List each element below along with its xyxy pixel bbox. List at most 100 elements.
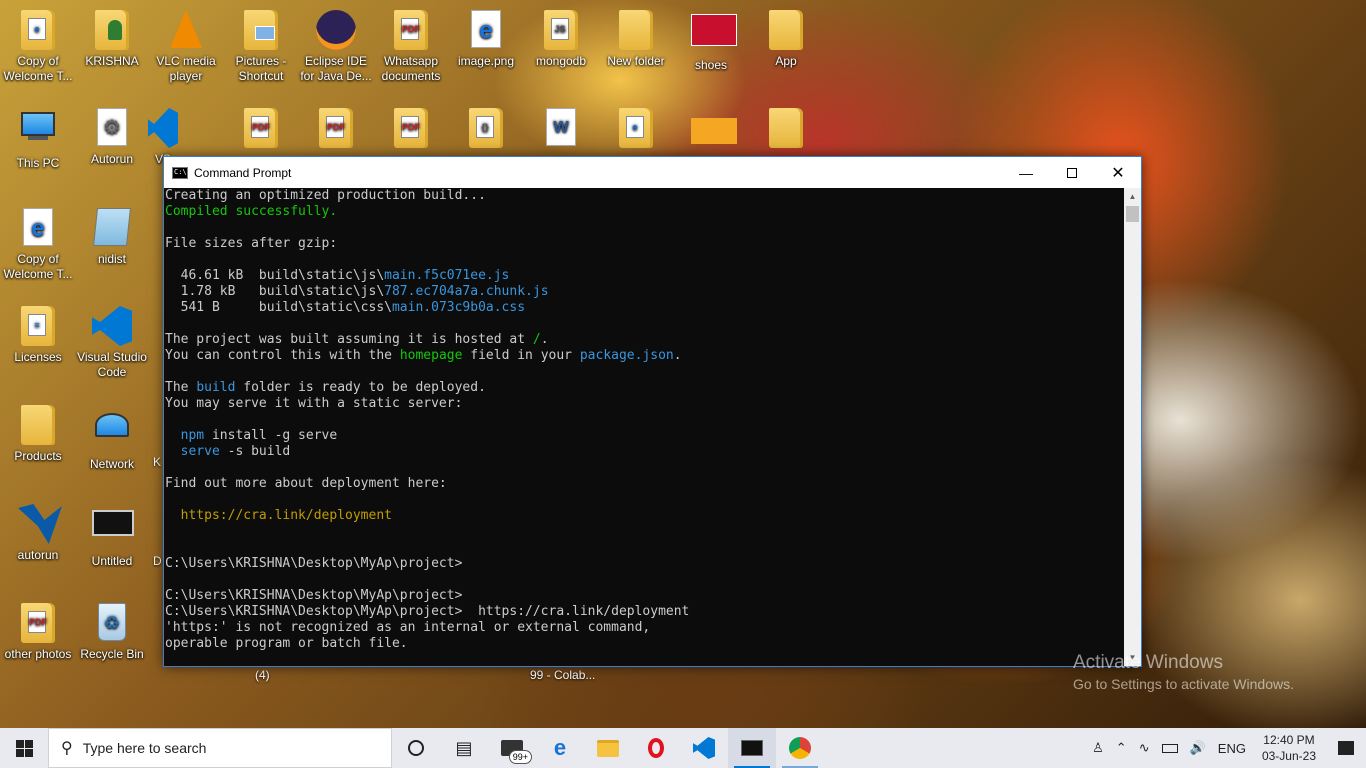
desktop-icon-pdf-2[interactable]: PDF: [298, 108, 374, 152]
windows-logo-icon: [15, 739, 33, 757]
desktop-icon-image-png[interactable]: e image.png: [448, 10, 524, 69]
desktop-icon-new-folder[interactable]: New folder: [598, 10, 674, 69]
desktop-icon-untitled[interactable]: Untitled: [74, 504, 150, 569]
desktop-icon-vlc[interactable]: VLC media player: [148, 10, 224, 84]
minimize-icon: —: [1019, 164, 1033, 181]
circle-icon: [408, 740, 424, 756]
console-line: 46.61 kB build\static\js\main.f5c071ee.j…: [165, 268, 1124, 284]
search-box[interactable]: ⚲ Type here to search: [48, 728, 392, 768]
console-line: Compiled successfully.: [165, 204, 338, 219]
task-view-button[interactable]: ▤: [440, 728, 488, 768]
desktop-icon-whatsapp-documents[interactable]: PDF Whatsapp documents: [373, 10, 449, 84]
start-button[interactable]: [0, 728, 48, 768]
taskbar-edge[interactable]: e: [536, 728, 584, 768]
maximize-button[interactable]: [1049, 157, 1095, 188]
desktop-icon-autorun-2[interactable]: autorun: [0, 504, 76, 563]
desktop-icon-word-doc[interactable]: W: [523, 108, 599, 152]
taskbar-chrome[interactable]: [776, 728, 824, 768]
folder-icon: [766, 10, 806, 50]
wifi-icon[interactable]: ∿: [1133, 740, 1156, 756]
desktop-icon-recycle-bin[interactable]: ♻ Recycle Bin: [74, 603, 150, 662]
vertical-scrollbar[interactable]: ▲ ▼: [1124, 188, 1141, 666]
desktop-icon-products[interactable]: Products: [0, 405, 76, 464]
taskbar-vscode[interactable]: [680, 728, 728, 768]
cmd-app-icon: C:\: [172, 166, 188, 179]
watermark-subtitle: Go to Settings to activate Windows.: [1073, 676, 1294, 692]
command-prompt-window[interactable]: C:\ Command Prompt — ✕ Creating an optim…: [163, 156, 1142, 667]
desktop-icon-eclipse[interactable]: Eclipse IDE for Java De...: [298, 10, 374, 84]
battery-icon[interactable]: [1156, 741, 1184, 756]
console-line: 541 B build\static\css\main.073c9b0a.css: [165, 300, 1124, 316]
network-icon: [92, 413, 132, 453]
desktop-icon-pdf-1[interactable]: PDF: [223, 108, 299, 152]
scroll-thumb[interactable]: [1126, 206, 1139, 222]
taskbar-mail[interactable]: 99+: [488, 728, 536, 768]
cortana-button[interactable]: [392, 728, 440, 768]
text-segment: The: [165, 380, 197, 395]
desktop-icon-other-photos[interactable]: PDF other photos: [0, 603, 76, 662]
console-output[interactable]: Creating an optimized production build..…: [164, 188, 1124, 666]
desktop-icon-this-pc[interactable]: This PC: [0, 108, 76, 171]
desktop-icon-folder-2[interactable]: [748, 108, 824, 152]
minimize-button[interactable]: —: [1003, 157, 1049, 188]
clock[interactable]: 12:40 PM 03-Jun-23: [1252, 732, 1326, 764]
file-name: main.f5c071ee.js: [384, 268, 510, 283]
desktop-icon-cart-image[interactable]: [673, 108, 749, 162]
desktop-icon-code-folder[interactable]: {}: [448, 108, 524, 152]
chevron-up-icon[interactable]: ⌃: [1110, 740, 1133, 756]
desktop-icon-autorun[interactable]: ⚙ Autorun: [74, 108, 150, 167]
desktop-icon-app[interactable]: App: [748, 10, 824, 69]
people-icon[interactable]: ♙: [1086, 740, 1110, 756]
window-titlebar[interactable]: C:\ Command Prompt — ✕: [164, 157, 1141, 188]
notification-center-button[interactable]: [1326, 728, 1366, 768]
desktop-icon-pictures-shortcut[interactable]: Pictures - Shortcut: [223, 10, 299, 84]
desktop-icon-visual-studio-code[interactable]: Visual Studio Code: [74, 306, 150, 380]
console-line: Find out more about deployment here:: [165, 476, 447, 491]
partial-icon-label-k: K: [153, 455, 162, 469]
desktop-icon-mongodb[interactable]: JS mongodb: [523, 10, 599, 69]
desktop-icon-shoes[interactable]: shoes: [673, 10, 749, 73]
console-line: C:\Users\KRISHNA\Desktop\MyAp\project>: [165, 588, 463, 603]
console-line: https://cra.link/deployment: [165, 508, 392, 523]
close-button[interactable]: ✕: [1095, 157, 1141, 188]
text-segment: npm: [180, 428, 205, 443]
opera-icon: [648, 738, 664, 758]
desktop-icon-nidist[interactable]: nidist: [74, 208, 150, 267]
search-placeholder: Type here to search: [82, 740, 207, 756]
settings-file-icon: ⚙: [92, 108, 132, 148]
task-view-icon: ▤: [455, 737, 473, 758]
text-segment: homepage: [399, 348, 463, 363]
desktop-icon-licenses[interactable]: ≡ Licenses: [0, 306, 76, 365]
taskbar-command-prompt[interactable]: [728, 728, 776, 768]
user-folder-icon: [92, 10, 132, 50]
folder-icon: [597, 739, 619, 757]
taskbar-opera[interactable]: [632, 728, 680, 768]
file-size: 1.78 kB: [165, 284, 259, 299]
code-folder-icon: {}: [466, 108, 506, 148]
language-indicator[interactable]: ENG: [1212, 741, 1252, 756]
desktop-icon-krishna[interactable]: KRISHNA: [74, 10, 150, 69]
file-path: build\static\js\: [258, 268, 385, 283]
desktop-icon-copy-of-welcome[interactable]: e Copy of Welcome T...: [0, 10, 76, 84]
desktop-icon-network[interactable]: Network: [74, 405, 150, 472]
desktop-icon-copy-of-welcome-2[interactable]: e Copy of Welcome T...: [0, 208, 76, 282]
pdf-folder-icon: PDF: [391, 10, 431, 50]
console-line: C:\Users\KRISHNA\Desktop\MyAp\project> h…: [165, 604, 690, 619]
cart-image-icon: [691, 118, 737, 158]
desktop-icon-pdf-3[interactable]: PDF: [373, 108, 449, 152]
volume-icon[interactable]: 🔊: [1184, 740, 1212, 756]
scroll-up-icon[interactable]: ▲: [1124, 188, 1141, 205]
edge-icon: e: [553, 735, 567, 760]
pictures-folder-icon: [241, 10, 281, 50]
console-line: You can control this with the homepage f…: [165, 348, 1124, 364]
text-segment: package.json: [579, 348, 674, 363]
taskbar-file-explorer[interactable]: [584, 728, 632, 768]
edge-doc-icon: e: [18, 10, 58, 50]
shoes-image-icon: [691, 14, 737, 54]
desktop-icon-edge-folder[interactable]: e: [598, 108, 674, 152]
text-segment: install -g serve: [204, 428, 338, 443]
